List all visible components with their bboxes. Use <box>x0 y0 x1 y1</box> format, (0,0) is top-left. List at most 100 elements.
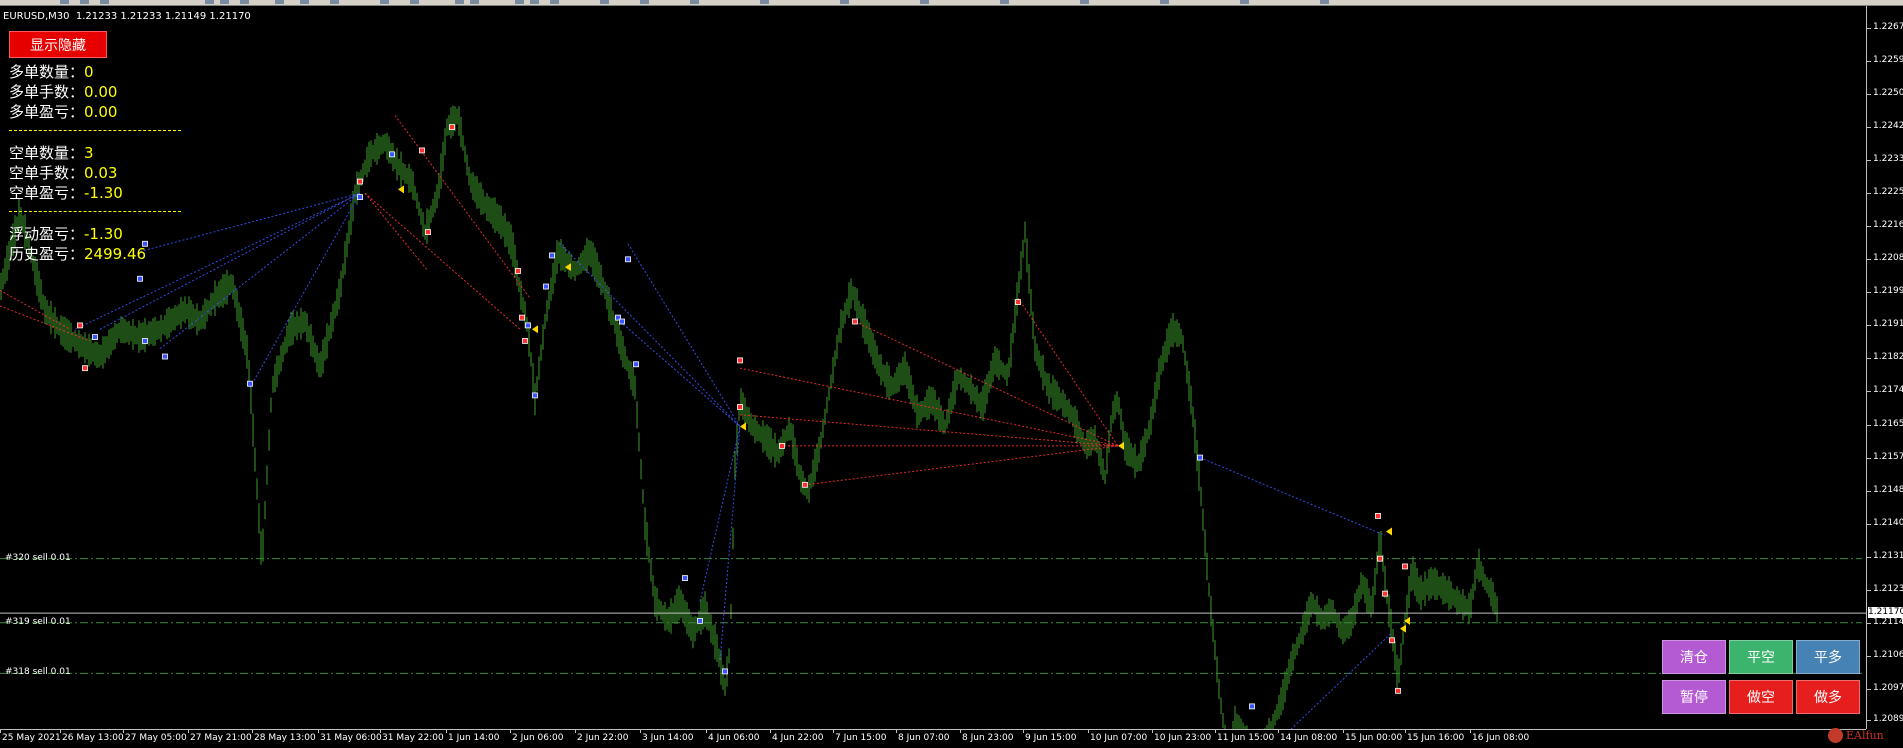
trade-marker <box>522 338 528 344</box>
price-tick-label: 1.21485 <box>1873 484 1903 495</box>
time-tick-label: 28 May 13:00 <box>254 733 316 743</box>
price-tick-mark <box>1867 94 1871 96</box>
trade-marker <box>682 575 688 582</box>
trade-marker <box>737 357 743 364</box>
price-tick-label: 1.21145 <box>1873 616 1903 627</box>
price-tick-mark <box>1867 424 1871 426</box>
close-short-button[interactable]: 平空 <box>1729 640 1793 674</box>
price-tick-mark <box>1867 523 1871 525</box>
time-tick-label: 14 Jun 08:00 <box>1280 733 1338 743</box>
time-tick-label: 8 Jun 23:00 <box>962 733 1014 743</box>
time-tick-label: 4 Jun 06:00 <box>708 733 760 743</box>
trade-link <box>804 445 1119 486</box>
float-pnl-row: 浮动盈亏：-1.30 <box>9 224 184 244</box>
price-tick-label: 1.22590 <box>1873 55 1903 66</box>
trade-marker <box>779 443 785 449</box>
trade-marker <box>1395 687 1401 694</box>
close-all-button[interactable]: 清仓 <box>1662 640 1726 674</box>
time-tick-label: 31 May 06:00 <box>320 733 382 743</box>
trade-marker <box>515 268 521 274</box>
trade-link <box>699 426 741 602</box>
trade-marker <box>633 361 639 368</box>
time-tick-label: 27 May 21:00 <box>190 733 252 743</box>
trade-marker <box>1402 563 1408 570</box>
price-tick-label: 1.22080 <box>1873 253 1903 264</box>
trade-marker <box>802 481 808 488</box>
price-tick-mark <box>1867 688 1871 690</box>
trade-marker <box>519 314 525 321</box>
float-pnl-value: -1.30 <box>84 225 123 243</box>
long-pnl-label: 多单盈亏： <box>9 103 85 121</box>
price-tick-label: 1.20975 <box>1873 682 1903 693</box>
price-tick-label: 1.21230 <box>1873 583 1903 594</box>
account-info-panel: 多单数量：0 多单手数：0.00 多单盈亏：0.00 空单数量：3 空单手数：0… <box>9 62 184 264</box>
info-divider <box>9 130 181 131</box>
price-tick-label: 1.21315 <box>1873 550 1903 561</box>
price-tick-mark <box>1867 292 1871 294</box>
price-tick-label: 1.21995 <box>1873 286 1903 297</box>
time-tick-mark <box>1278 729 1279 733</box>
time-tick-label: 10 Jun 07:00 <box>1090 733 1148 743</box>
price-tick-mark <box>1867 556 1871 558</box>
sell-button[interactable]: 做空 <box>1729 680 1793 714</box>
order-label-319: #319 sell 0.01 <box>5 616 71 627</box>
symbol-info: EURUSD,M30 1.21233 1.21233 1.21149 1.211… <box>3 11 251 22</box>
price-tick-mark <box>1867 490 1871 492</box>
history-pnl-value: 2499.46 <box>84 245 147 263</box>
price-tick-mark <box>1867 358 1871 360</box>
long-count-value: 0 <box>84 63 94 81</box>
time-tick-mark <box>640 729 641 733</box>
history-pnl-row: 历史盈亏：2499.46 <box>9 244 184 264</box>
show-hide-button[interactable]: 显示隐藏 <box>9 31 107 58</box>
time-tick-mark <box>896 729 897 733</box>
time-tick-label: 26 May 13:00 <box>62 733 124 743</box>
price-tick-label: 1.22505 <box>1873 88 1903 99</box>
trade-link <box>619 321 741 427</box>
price-tick-mark <box>1867 28 1871 29</box>
price-tick-label: 1.22675 <box>1873 22 1903 32</box>
trade-marker <box>549 252 555 259</box>
trade-marker <box>1382 590 1388 597</box>
time-tick-mark <box>1088 729 1089 733</box>
time-tick-mark <box>706 729 707 733</box>
price-tick-mark <box>1867 655 1871 657</box>
price-chart[interactable] <box>0 6 1866 729</box>
order-label-320: #320 sell 0.01 <box>5 552 71 563</box>
trade-marker <box>357 194 363 201</box>
time-tick-label: 25 May 2021 <box>2 733 61 743</box>
trade-arrow <box>1386 527 1392 536</box>
buy-button[interactable]: 做多 <box>1796 680 1860 714</box>
short-pnl-row: 空单盈亏：-1.30 <box>9 183 184 203</box>
price-tick-label: 1.22420 <box>1873 121 1903 132</box>
price-tick-mark <box>1867 589 1871 591</box>
pause-button[interactable]: 暂停 <box>1662 680 1726 714</box>
time-tick-label: 2 Jun 22:00 <box>577 733 629 743</box>
order-label-318: #318 sell 0.01 <box>5 667 71 678</box>
candles <box>0 105 1498 729</box>
time-tick-label: 4 Jun 22:00 <box>772 733 824 743</box>
time-tick-mark <box>380 729 381 733</box>
time-tick-mark <box>252 729 253 733</box>
close-long-button[interactable]: 平多 <box>1796 640 1860 674</box>
trade-link <box>159 192 361 350</box>
trade-arrow <box>1118 441 1124 450</box>
time-tick-label: 3 Jun 14:00 <box>642 733 694 743</box>
long-lots-label: 多单手数： <box>9 83 85 101</box>
trade-marker <box>532 392 538 399</box>
price-tick-label: 1.22165 <box>1873 220 1903 231</box>
time-axis[interactable]: 25 May 2021 26 May 13:00 27 May 05:00 27 Ma… <box>0 729 1866 748</box>
time-tick-label: 31 May 22:00 <box>382 733 444 743</box>
price-axis[interactable]: 1.21170 1.226751.225901.225051.224201.22… <box>1866 6 1903 729</box>
short-pnl-label: 空单盈亏： <box>9 184 85 202</box>
watermark: EAlfun <box>1828 728 1884 743</box>
trade-link <box>0 289 71 330</box>
ealfun-logo-icon <box>1828 728 1843 743</box>
price-tick-label: 1.20895 <box>1873 714 1903 724</box>
time-tick-mark <box>1343 729 1344 733</box>
time-tick-mark <box>1470 729 1471 733</box>
time-tick-label: 2 Jun 06:00 <box>512 733 564 743</box>
trade-marker <box>247 380 253 387</box>
price-tick-mark <box>1867 193 1871 195</box>
long-pnl-row: 多单盈亏：0.00 <box>9 102 184 122</box>
trade-marker <box>525 322 531 329</box>
